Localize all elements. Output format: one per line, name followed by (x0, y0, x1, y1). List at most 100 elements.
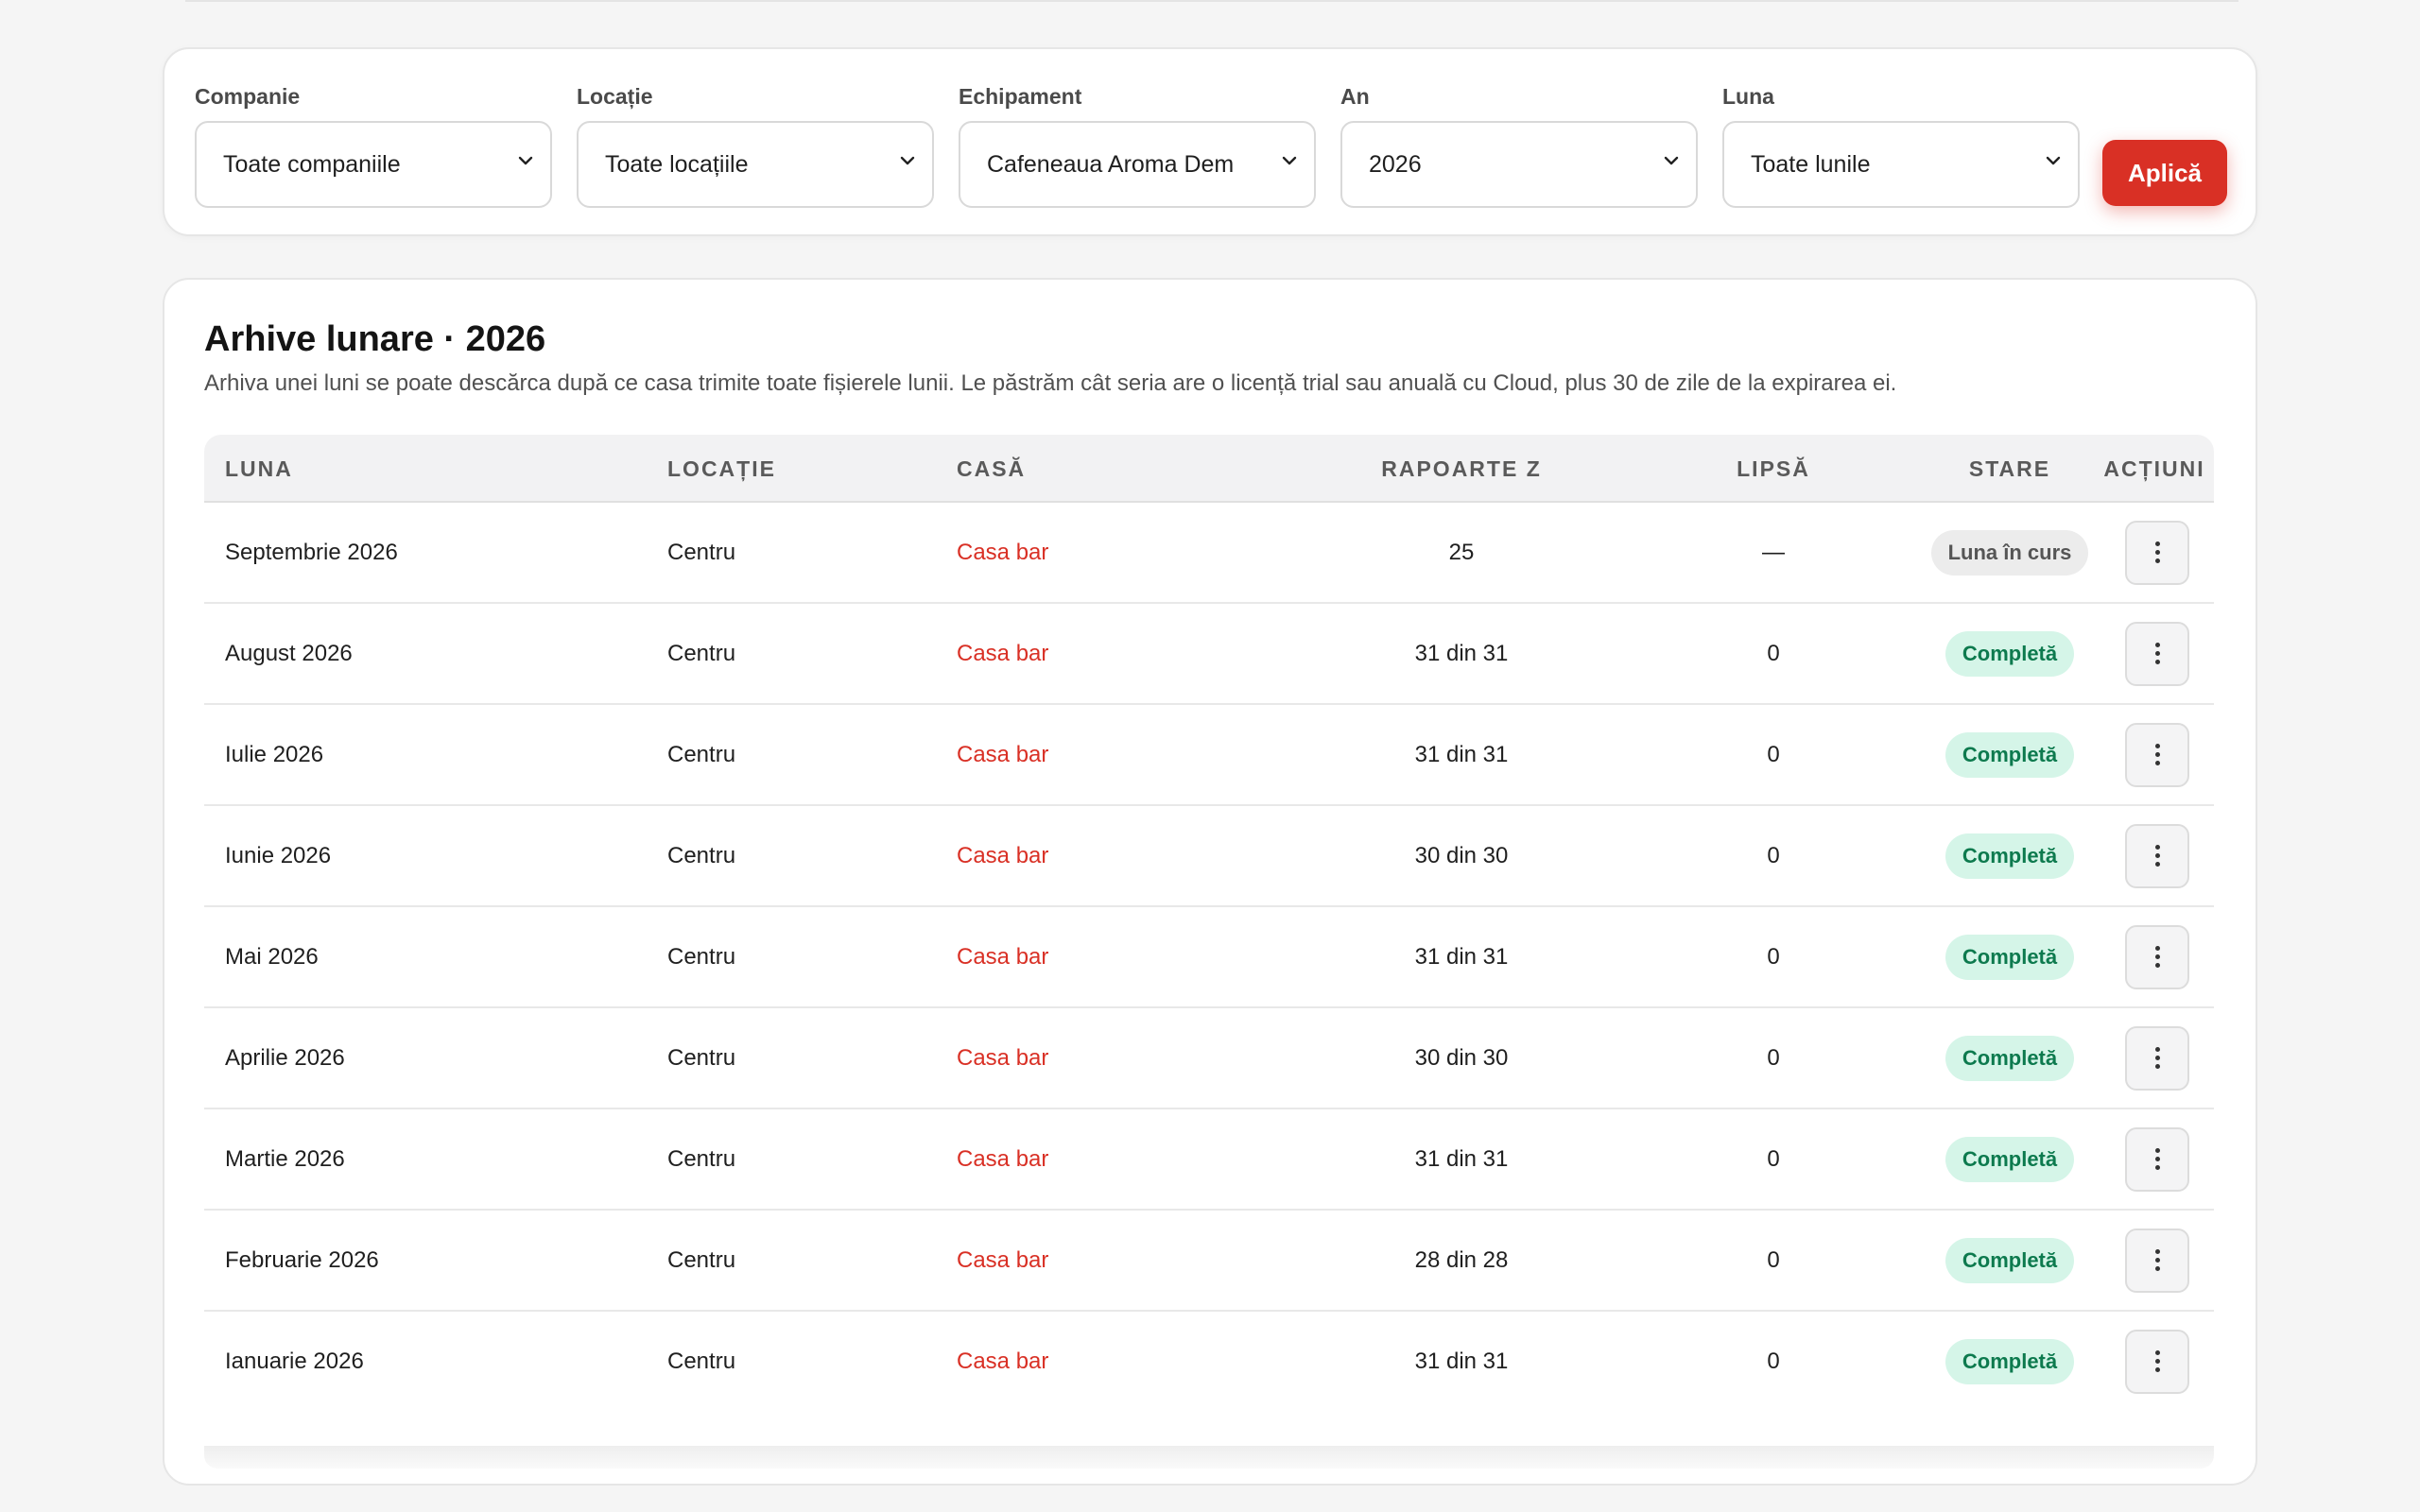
row-actions-button[interactable] (2125, 823, 2189, 888)
cell-luna: Mai 2026 (225, 944, 319, 970)
cell-luna: Februarie 2026 (225, 1247, 379, 1273)
row-actions-button[interactable] (2125, 1329, 2189, 1394)
month-select[interactable]: Toate lunile (1722, 121, 2080, 208)
kebab-menu-icon (2154, 1359, 2160, 1364)
status-badge-complete: Completă (1945, 1136, 2075, 1182)
kebab-menu-icon (2154, 845, 2160, 850)
row-actions-button[interactable] (2125, 520, 2189, 585)
cell-lipsa: 0 (1767, 1045, 1780, 1071)
chevron-down-icon (2046, 156, 2061, 165)
cell-actiuni (2110, 1008, 2204, 1108)
cell-actiuni (2110, 503, 2204, 602)
cell-stare: Completă (1887, 705, 2133, 804)
month-select-value: Toate lunile (1751, 150, 1871, 178)
archive-card: Arhive lunare · 2026 Arhiva unei luni se… (163, 278, 2257, 1486)
cell-casa-link[interactable]: Casa bar (957, 705, 1048, 804)
archive-table: LUNA LOCAȚIE CASĂ RAPOARTE Z LIPSĂ STARE… (204, 435, 2214, 1446)
equipment-select[interactable]: Cafeneaua Aroma Dem (959, 121, 1316, 208)
year-filter-label: An (1340, 84, 1370, 109)
apply-button[interactable]: Aplică (2102, 140, 2227, 206)
cell-rapoarte: 31 din 31 (1414, 742, 1509, 767)
table-row: Februarie 2026 Centru Casa bar 28 din 28 0 Co… (204, 1211, 2214, 1312)
cell-locatie: Centru (667, 1349, 736, 1374)
kebab-menu-icon (2154, 862, 2160, 867)
cell-casa-link[interactable]: Casa bar (957, 1211, 1048, 1310)
cell-rapoarte: 31 din 31 (1414, 641, 1509, 666)
row-actions-button[interactable] (2125, 924, 2189, 989)
kebab-menu-icon (2154, 1266, 2160, 1271)
cell-stare: Completă (1887, 1211, 2133, 1310)
cell-lipsa: 0 (1767, 944, 1780, 970)
cell-actiuni (2110, 1211, 2204, 1310)
cell-lipsa: — (1762, 540, 1785, 565)
column-header-casa[interactable]: CASĂ (957, 435, 1026, 503)
cell-casa-link[interactable]: Casa bar (957, 604, 1048, 703)
cell-casa-link[interactable]: Casa bar (957, 1008, 1048, 1108)
archive-description: Arhiva unei luni se poate descărca după … (204, 370, 1897, 396)
row-actions-button[interactable] (2125, 1025, 2189, 1091)
equipment-select-value: Cafeneaua Aroma Dem (987, 150, 1235, 178)
row-actions-button[interactable] (2125, 621, 2189, 686)
kebab-menu-icon (2154, 558, 2160, 563)
column-header-locatie[interactable]: LOCAȚIE (667, 435, 776, 503)
cell-locatie: Centru (667, 944, 736, 970)
kebab-menu-icon (2154, 1148, 2160, 1153)
cell-rapoarte: 30 din 30 (1414, 843, 1509, 868)
cell-locatie: Centru (667, 742, 736, 767)
chevron-down-icon (1282, 156, 1297, 165)
row-actions-button[interactable] (2125, 1228, 2189, 1293)
cell-actiuni (2110, 1109, 2204, 1209)
cell-luna: August 2026 (225, 641, 353, 666)
row-actions-button[interactable] (2125, 722, 2189, 787)
cell-rapoarte: 31 din 31 (1414, 944, 1509, 970)
table-row: Mai 2026 Centru Casa bar 31 din 31 0 Completă (204, 907, 2214, 1008)
cell-casa-link[interactable]: Casa bar (957, 503, 1048, 602)
kebab-menu-icon (2154, 1350, 2160, 1355)
row-actions-button[interactable] (2125, 1126, 2189, 1192)
top-divider (185, 0, 2238, 2)
company-filter: Companie Toate companiile (195, 83, 552, 208)
company-select-value: Toate companiile (223, 150, 401, 178)
year-select[interactable]: 2026 (1340, 121, 1698, 208)
kebab-menu-icon (2154, 963, 2160, 968)
cell-rapoarte: 31 din 31 (1414, 1349, 1509, 1374)
cell-actiuni (2110, 907, 2204, 1006)
cell-stare: Completă (1887, 907, 2133, 1006)
status-badge-current: Luna în curs (1930, 529, 2089, 576)
cell-casa-link[interactable]: Casa bar (957, 1109, 1048, 1209)
kebab-menu-icon (2154, 1249, 2160, 1254)
table-row: Ianuarie 2026 Centru Casa bar 31 din 31 0 Com… (204, 1312, 2214, 1413)
kebab-menu-icon (2154, 1157, 2160, 1161)
cell-lipsa: 0 (1767, 1247, 1780, 1273)
cell-stare: Completă (1887, 604, 2133, 703)
cell-rapoarte: 28 din 28 (1414, 1247, 1509, 1273)
status-badge-complete: Completă (1945, 1237, 2075, 1283)
cell-casa-link[interactable]: Casa bar (957, 907, 1048, 1006)
cell-casa-link[interactable]: Casa bar (957, 806, 1048, 905)
column-header-lipsa[interactable]: LIPSĂ (1698, 435, 1849, 503)
location-filter: Locație Toate locațiile (577, 83, 934, 208)
kebab-menu-icon (2154, 1047, 2160, 1052)
kebab-menu-icon (2154, 660, 2160, 664)
cell-locatie: Centru (667, 1045, 736, 1071)
cell-casa-link[interactable]: Casa bar (957, 1312, 1048, 1411)
location-select[interactable]: Toate locațiile (577, 121, 934, 208)
kebab-menu-icon (2154, 1367, 2160, 1372)
column-header-luna[interactable]: LUNA (225, 435, 293, 503)
table-body: Septembrie 2026 Centru Casa bar 25 — Luna în … (204, 503, 2214, 1413)
cell-lipsa: 0 (1767, 1146, 1780, 1172)
table-header: LUNA LOCAȚIE CASĂ RAPOARTE Z LIPSĂ STARE… (204, 435, 2214, 503)
chevron-down-icon (1664, 156, 1679, 165)
cell-stare: Completă (1887, 1109, 2133, 1209)
status-badge-complete: Completă (1945, 630, 2075, 677)
status-badge-complete: Completă (1945, 934, 2075, 980)
column-header-rapoarte[interactable]: RAPOARTE Z (1320, 435, 1603, 503)
cell-locatie: Centru (667, 641, 736, 666)
cell-luna: Martie 2026 (225, 1146, 345, 1172)
cell-stare: Completă (1887, 806, 2133, 905)
table-row: Martie 2026 Centru Casa bar 31 din 31 0 Compl… (204, 1109, 2214, 1211)
month-filter: Luna Toate lunile (1722, 83, 2080, 208)
company-select[interactable]: Toate companiile (195, 121, 552, 208)
kebab-menu-icon (2154, 946, 2160, 951)
cell-luna: Iulie 2026 (225, 742, 324, 767)
